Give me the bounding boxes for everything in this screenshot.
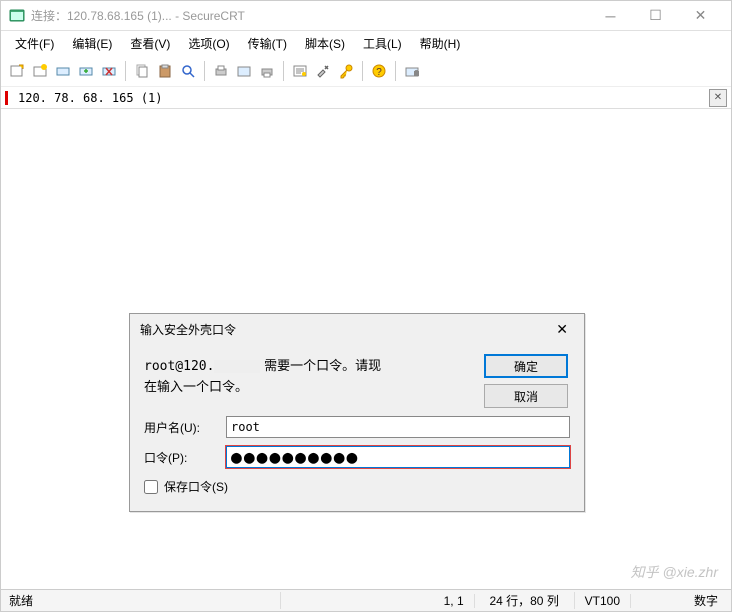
menu-view[interactable]: 查看(V) (122, 33, 178, 54)
minimize-button[interactable]: ─ (588, 2, 633, 30)
title-bar: 连接：120.78.68.165 (1)... - SecureCRT ─ ☐ … (1, 1, 731, 31)
print-icon[interactable] (211, 61, 231, 81)
status-numlock: 数字 (681, 592, 731, 609)
status-terminal-type: VT100 (575, 594, 631, 608)
disconnect-icon[interactable] (99, 61, 119, 81)
status-ready: 就绪 (1, 592, 281, 609)
dialog-message: root@120. 需要一个口令。请现在输入一个口令。 (144, 352, 384, 408)
watermark: 知乎 @xie.zhr (631, 562, 718, 582)
username-label: 用户名(U): (144, 419, 226, 436)
svg-text:?: ? (376, 67, 382, 78)
find-icon[interactable] (178, 61, 198, 81)
print-screen-icon[interactable] (234, 61, 254, 81)
menu-bar: 文件(F) 编辑(E) 查看(V) 选项(O) 传输(T) 脚本(S) 工具(L… (1, 31, 731, 55)
tab-close-button[interactable]: ✕ (709, 89, 727, 107)
save-password-checkbox[interactable]: 保存口令(S) (144, 478, 570, 495)
properties-icon[interactable] (290, 61, 310, 81)
session-tab[interactable]: 120. 78. 68. 165 (1) (12, 89, 169, 107)
cancel-button[interactable]: 取消 (484, 384, 568, 408)
toolbar: ? (1, 55, 731, 87)
paste-icon[interactable] (155, 61, 175, 81)
help-icon[interactable]: ? (369, 61, 389, 81)
menu-file[interactable]: 文件(F) (7, 33, 62, 54)
window-title: 连接：120.78.68.165 (1)... - SecureCRT (31, 7, 588, 24)
terminal-area[interactable]: 输入安全外壳口令 ✕ root@120. 需要一个口令。请现在输入一个口令。 确… (1, 109, 731, 589)
tab-bar: 120. 78. 68. 165 (1) ✕ (1, 87, 731, 109)
close-button[interactable]: ✕ (678, 2, 723, 30)
password-dialog: 输入安全外壳口令 ✕ root@120. 需要一个口令。请现在输入一个口令。 确… (129, 313, 585, 512)
menu-script[interactable]: 脚本(S) (297, 33, 353, 54)
quick-connect-icon[interactable] (30, 61, 50, 81)
menu-transfer[interactable]: 传输(T) (240, 33, 295, 54)
new-session-icon[interactable] (7, 61, 27, 81)
connect-bar-icon[interactable] (53, 61, 73, 81)
menu-options[interactable]: 选项(O) (180, 33, 237, 54)
ok-button[interactable]: 确定 (484, 354, 568, 378)
settings-icon[interactable] (313, 61, 333, 81)
copy-icon[interactable] (132, 61, 152, 81)
menu-help[interactable]: 帮助(H) (412, 33, 469, 54)
key-icon[interactable] (336, 61, 356, 81)
status-bar: 就绪 1, 1 24 行，80 列 VT100 数字 (1, 589, 731, 611)
lock-session-icon[interactable] (402, 61, 422, 81)
password-input[interactable] (226, 446, 570, 468)
print-selection-icon[interactable] (257, 61, 277, 81)
dialog-close-button[interactable]: ✕ (550, 321, 574, 338)
reconnect-icon[interactable] (76, 61, 96, 81)
password-label: 口令(P): (144, 449, 226, 466)
status-dimensions: 24 行，80 列 (475, 592, 575, 609)
app-icon (9, 8, 25, 24)
username-input[interactable] (226, 416, 570, 438)
menu-edit[interactable]: 编辑(E) (64, 33, 120, 54)
menu-tools[interactable]: 工具(L) (355, 33, 410, 54)
save-password-box[interactable] (144, 480, 158, 494)
maximize-button[interactable]: ☐ (633, 2, 678, 30)
status-cursor-pos: 1, 1 (434, 594, 475, 608)
dialog-title: 输入安全外壳口令 (140, 321, 550, 338)
tab-indicator (5, 91, 8, 105)
